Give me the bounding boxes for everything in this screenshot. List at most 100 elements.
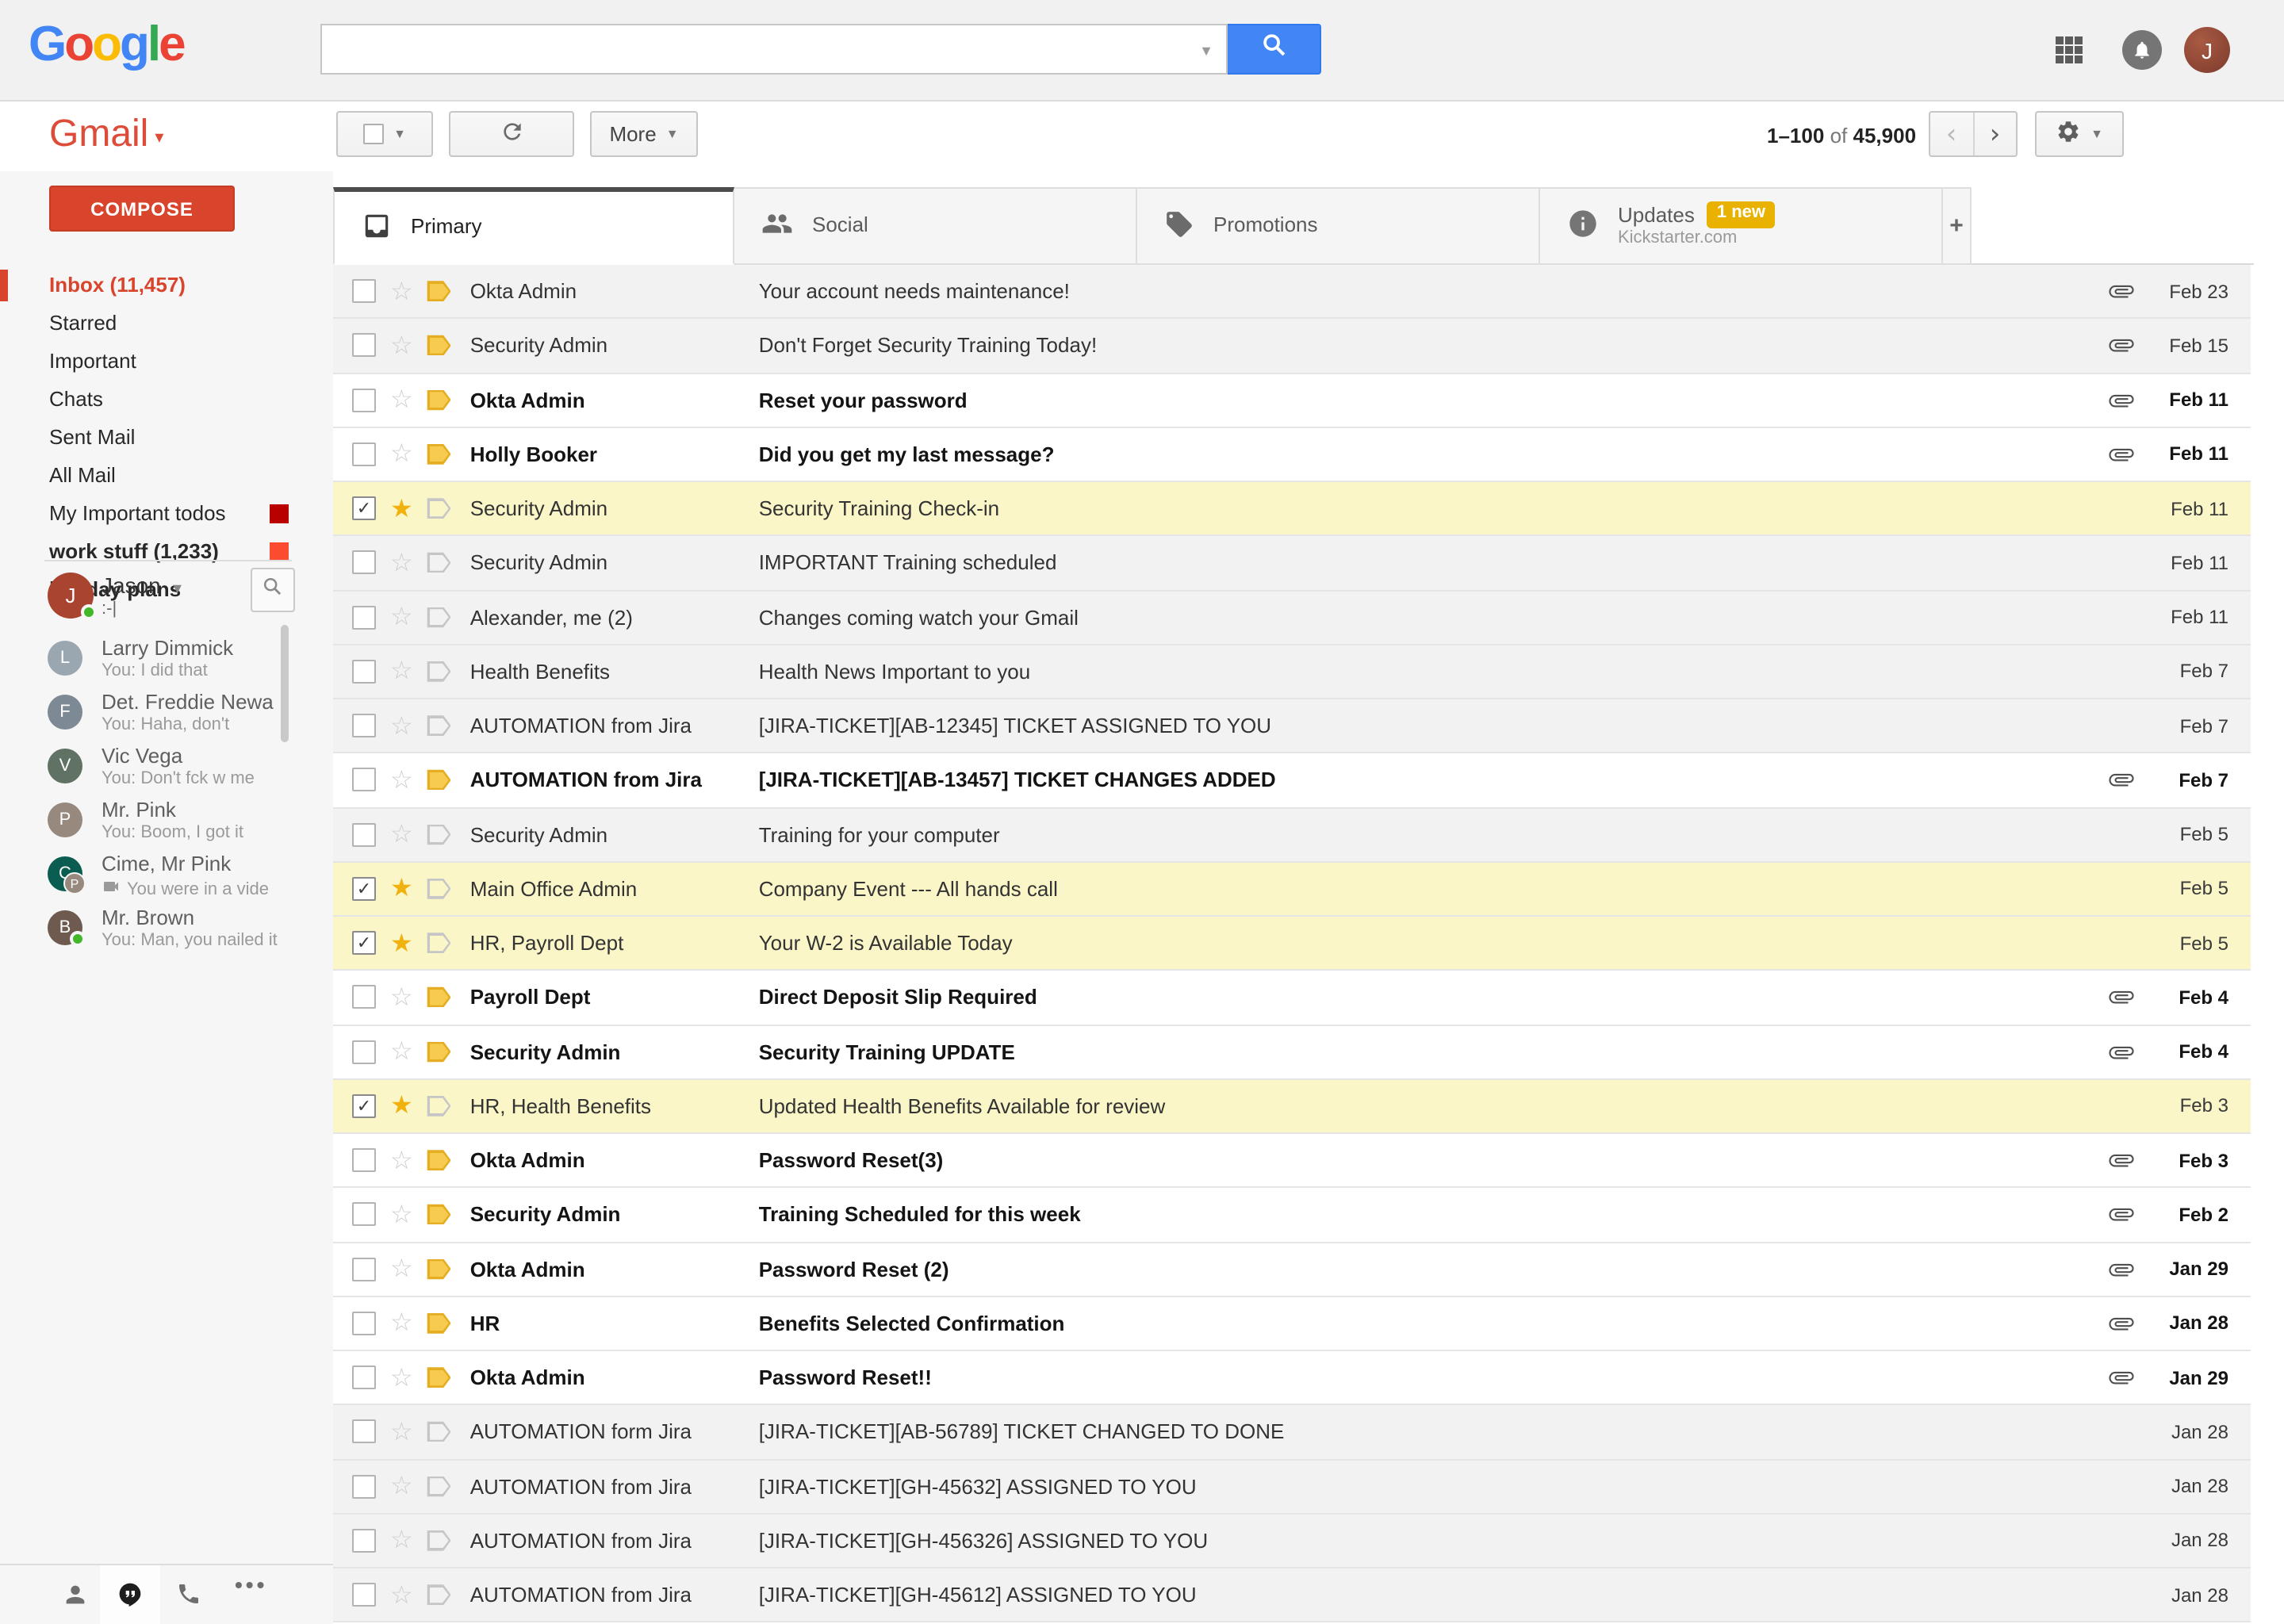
importance-marker-icon[interactable]: [427, 1096, 451, 1116]
star-icon[interactable]: ☆: [390, 333, 413, 358]
importance-marker-icon[interactable]: [427, 389, 451, 410]
sidebar-item-all[interactable]: All Mail: [0, 457, 333, 495]
email-row[interactable]: ✓ ☆ Okta Admin Password Reset (2) Jan 29: [333, 1243, 2251, 1297]
chat-contact-row[interactable]: V Vic Vega You: Don't fck w me: [48, 742, 301, 796]
tab-promotions[interactable]: Promotions: [1137, 187, 1540, 265]
email-checkbox[interactable]: ✓: [352, 1583, 376, 1607]
importance-marker-icon[interactable]: [427, 879, 451, 899]
email-checkbox[interactable]: ✓: [352, 768, 376, 792]
search-input[interactable]: [322, 25, 1226, 73]
star-icon[interactable]: ★: [390, 496, 413, 521]
email-row[interactable]: ✓ ☆ Security Admin Training for your com…: [333, 808, 2251, 863]
email-checkbox[interactable]: ✓: [352, 1420, 376, 1444]
importance-marker-icon[interactable]: [427, 1313, 451, 1334]
email-checkbox[interactable]: ✓: [352, 1529, 376, 1553]
chat-contact-row[interactable]: P Mr. Pink You: Boom, I got it: [48, 796, 301, 850]
email-row[interactable]: ✓ ☆ Security Admin Training Scheduled fo…: [333, 1189, 2251, 1243]
star-icon[interactable]: ☆: [390, 387, 413, 412]
email-row[interactable]: ✓ ☆ Security Admin Don't Forget Security…: [333, 320, 2251, 374]
email-checkbox[interactable]: ✓: [352, 1312, 376, 1335]
email-row[interactable]: ✓ ☆ Okta Admin Your account needs mainte…: [333, 265, 2251, 320]
importance-marker-icon[interactable]: [427, 987, 451, 1008]
compose-button[interactable]: COMPOSE: [49, 186, 235, 232]
email-checkbox[interactable]: ✓: [352, 388, 376, 412]
importance-marker-icon[interactable]: [427, 1367, 451, 1388]
chat-contact-row[interactable]: F Det. Freddie Newa You: Haha, don't: [48, 688, 301, 742]
star-icon[interactable]: ☆: [390, 822, 413, 847]
email-checkbox[interactable]: ✓: [352, 986, 376, 1009]
email-checkbox[interactable]: ✓: [352, 1094, 376, 1118]
star-icon[interactable]: ☆: [390, 550, 413, 576]
email-row[interactable]: ✓ ☆ AUTOMATION from Jira [JIRA-TICKET][G…: [333, 1515, 2251, 1569]
importance-marker-icon[interactable]: [427, 1205, 451, 1225]
importance-marker-icon[interactable]: [427, 770, 451, 791]
email-checkbox[interactable]: ✓: [352, 822, 376, 846]
star-icon[interactable]: ☆: [390, 1147, 413, 1173]
chat-me-name[interactable]: Jason▼: [102, 573, 185, 598]
importance-marker-icon[interactable]: [427, 1041, 451, 1062]
email-row[interactable]: ✓ ☆ Holly Booker Did you get my last mes…: [333, 428, 2251, 483]
star-icon[interactable]: ☆: [390, 278, 413, 304]
email-row[interactable]: ✓ ☆ AUTOMATION from Jira [JIRA-TICKET][G…: [333, 1568, 2251, 1623]
star-icon[interactable]: ☆: [390, 1528, 413, 1553]
importance-marker-icon[interactable]: [427, 1584, 451, 1605]
search-button[interactable]: [1228, 24, 1321, 75]
importance-marker-icon[interactable]: [427, 281, 451, 301]
star-icon[interactable]: ☆: [390, 1202, 413, 1228]
sidebar-item-sent[interactable]: Sent Mail: [0, 419, 333, 457]
contacts-person-icon[interactable]: [62, 1581, 89, 1616]
star-icon[interactable]: ☆: [390, 1582, 413, 1607]
star-icon[interactable]: ★: [390, 876, 413, 902]
email-row[interactable]: ✓ ☆ Health Benefits Health News Importan…: [333, 645, 2251, 700]
email-checkbox[interactable]: ✓: [352, 496, 376, 520]
email-row[interactable]: ✓ ☆ Okta Admin Reset your password Feb 1…: [333, 373, 2251, 428]
email-row[interactable]: ✓ ☆ AUTOMATION from Jira [JIRA-TICKET][A…: [333, 699, 2251, 754]
star-icon[interactable]: ☆: [390, 1311, 413, 1336]
email-checkbox[interactable]: ✓: [352, 1148, 376, 1172]
search-options-caret-icon[interactable]: ▼: [1199, 43, 1213, 59]
star-icon[interactable]: ☆: [390, 985, 413, 1010]
sidebar-item-starred[interactable]: Starred: [0, 304, 333, 343]
email-row[interactable]: ✓ ☆ AUTOMATION from Jira [JIRA-TICKET][G…: [333, 1460, 2251, 1515]
email-checkbox[interactable]: ✓: [352, 931, 376, 955]
email-checkbox[interactable]: ✓: [352, 1365, 376, 1389]
hangouts-icon[interactable]: [117, 1581, 143, 1614]
email-row[interactable]: ✓ ☆ AUTOMATION form Jira [JIRA-TICKET][A…: [333, 1406, 2251, 1461]
importance-marker-icon[interactable]: [427, 607, 451, 627]
star-icon[interactable]: ★: [390, 1094, 413, 1119]
email-row[interactable]: ✓ ☆ Okta Admin Password Reset!! Jan 29: [333, 1351, 2251, 1406]
star-icon[interactable]: ☆: [390, 1473, 413, 1499]
importance-marker-icon[interactable]: [427, 1476, 451, 1496]
importance-marker-icon[interactable]: [427, 1150, 451, 1170]
star-icon[interactable]: ☆: [390, 1256, 413, 1281]
importance-marker-icon[interactable]: [427, 933, 451, 953]
importance-marker-icon[interactable]: [427, 553, 451, 573]
email-checkbox[interactable]: ✓: [352, 334, 376, 358]
star-icon[interactable]: ☆: [390, 1039, 413, 1064]
settings-button[interactable]: ▼: [2035, 111, 2124, 157]
importance-marker-icon[interactable]: [427, 1530, 451, 1551]
select-all-button[interactable]: ▼: [336, 111, 433, 157]
email-row[interactable]: ✓ ★ HR, Health Benefits Updated Health B…: [333, 1080, 2251, 1135]
star-icon[interactable]: ☆: [390, 442, 413, 467]
email-row[interactable]: ✓ ☆ Okta Admin Password Reset(3) Feb 3: [333, 1134, 2251, 1189]
email-row[interactable]: ✓ ☆ Security Admin Security Training UPD…: [333, 1025, 2251, 1080]
chat-search-button[interactable]: [251, 568, 295, 612]
email-checkbox[interactable]: ✓: [352, 1474, 376, 1498]
importance-marker-icon[interactable]: [427, 661, 451, 682]
sidebar-item-inbox[interactable]: Inbox (11,457): [0, 266, 333, 304]
email-row[interactable]: ✓ ☆ Security Admin IMPORTANT Training sc…: [333, 537, 2251, 592]
chat-me-avatar[interactable]: J: [48, 573, 94, 619]
chat-scrollbar[interactable]: [281, 625, 289, 742]
importance-marker-icon[interactable]: [427, 335, 451, 356]
gmail-wordmark[interactable]: Gmail▾: [49, 113, 163, 157]
notifications-bell-icon[interactable]: [2122, 30, 2162, 70]
importance-marker-icon[interactable]: [427, 715, 451, 736]
more-options-icon[interactable]: •••: [235, 1572, 267, 1597]
chat-contact-row[interactable]: C P Cime, Mr Pink You were in a vide: [48, 850, 301, 904]
star-icon[interactable]: ☆: [390, 1365, 413, 1390]
star-icon[interactable]: ☆: [390, 713, 413, 738]
newer-page-button[interactable]: ‹: [1930, 113, 1974, 155]
select-all-checkbox[interactable]: [363, 124, 384, 144]
email-checkbox[interactable]: ✓: [352, 714, 376, 737]
